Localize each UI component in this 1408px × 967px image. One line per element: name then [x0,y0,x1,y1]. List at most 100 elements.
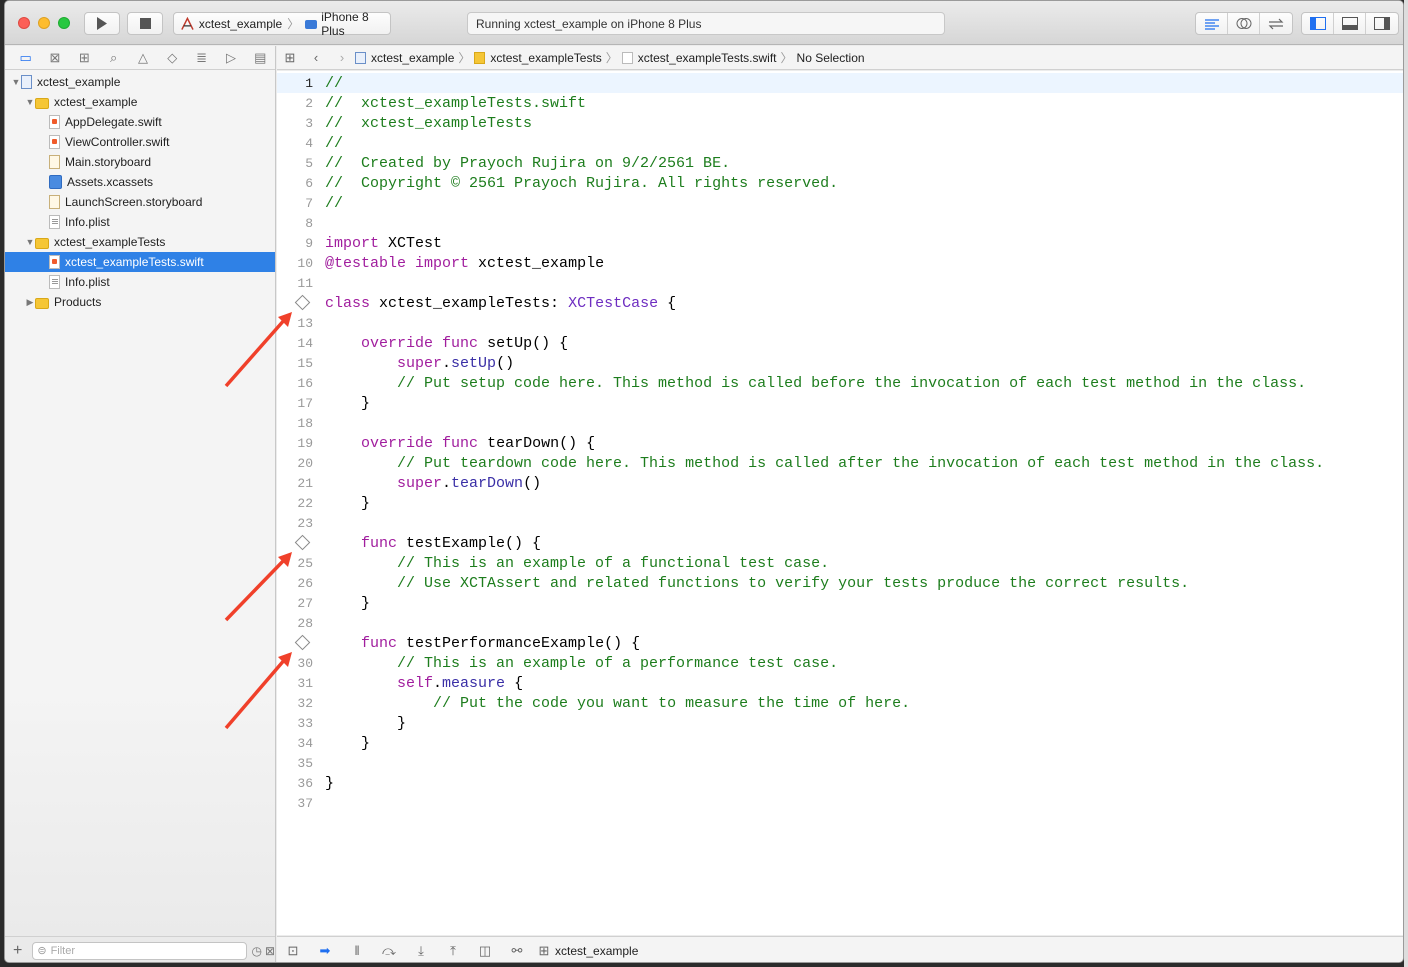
code-line: 14 override func setUp() { [277,333,1403,353]
file-tree: ▼ xctest_example ▼ xctest_example AppDelegat… [5,70,275,312]
toggle-navigator-button[interactable] [1302,13,1334,34]
code-line: 13 [277,313,1403,333]
navigator-filter-bar: + ⊜ Filter ◷ ⊠ [5,936,275,962]
code-text: func testExample() { [361,534,542,552]
toggle-debug-area-button[interactable] [1334,13,1366,34]
breakpoint-icon[interactable]: ▷ [216,50,245,66]
line-number: 36 [297,775,313,791]
code-line: 16 // Put setup code here. This method i… [277,373,1403,393]
recent-files-icon[interactable]: ◷ [251,944,261,958]
file-tree-label: Info.plist [65,275,110,289]
assistant-editor-button[interactable] [1228,13,1260,34]
view-hierarchy-icon[interactable]: ◫ [469,943,501,959]
file-tree-label: Products [54,295,102,309]
hide-debug-area-icon[interactable]: ⊡ [277,943,309,959]
memory-graph-icon[interactable]: ⚯ [501,943,533,959]
code-line: 34 } [277,733,1403,753]
code-line: 4 // [277,133,1403,153]
close-window-button[interactable] [18,17,30,29]
code-text: // [325,194,344,212]
file-tree-item[interactable]: xctest_exampleTests.swift [5,252,275,272]
source-control-filter-icon[interactable]: ⊠ [265,944,275,958]
breadcrumb-group[interactable]: xctest_exampleTests [490,51,601,65]
standard-editor-button[interactable] [1196,13,1228,34]
report-icon[interactable]: ▤ [246,50,275,66]
code-text: } [325,714,407,732]
symbol-hierarchy-icon[interactable]: ⊞ [70,50,99,66]
breakpoints-toggle-icon[interactable]: ➡ [309,943,341,959]
annotation-arrow [224,652,292,730]
line-number: 3 [305,115,313,131]
iphone-device-icon [305,19,318,29]
code-text: } [325,734,371,752]
project-navigator: ▭ ⊠ ⊞ ⌕ △ ◇ ≣ ▷ ▤ ▼ xctest_example ▼ xctest… [5,46,276,962]
file-tree-item[interactable]: Main.storyboard [5,152,275,172]
related-items-icon[interactable]: ⊞ [277,50,303,66]
forward-icon[interactable]: › [329,50,355,65]
scheme-selector[interactable]: xctest_example 〉 iPhone 8 Plus [173,10,391,38]
line-number: 6 [305,175,313,191]
code-line: 31 self.measure { [277,673,1403,693]
file-tree-item[interactable]: Info.plist [5,212,275,232]
file-tree-item[interactable]: Assets.xcassets [5,172,275,192]
filter-icon: ⊜ [37,945,47,957]
target-icon: ⊞ [538,942,550,958]
breadcrumb-file[interactable]: xctest_exampleTests.swift [638,51,777,65]
stop-button[interactable] [127,12,163,35]
source-editor[interactable]: 1 // 2 // xctest_exampleTests.swift 3 // xcte… [277,71,1403,935]
file-tree-item[interactable]: Info.plist [5,272,275,292]
test-diamond-icon[interactable]: ◇ [158,50,187,66]
version-editor-button[interactable] [1260,13,1292,34]
code-text: } [325,594,371,612]
file-tree-label: Assets.xcassets [67,175,154,189]
folder-icon[interactable]: ▭ [11,50,40,66]
breadcrumb-symbol[interactable]: No Selection [797,51,865,65]
code-text: super.setUp() [397,354,515,372]
file-tree-item[interactable]: ▼ xctest_example [5,72,275,92]
run-button[interactable] [84,12,120,35]
search-icon[interactable]: ⌕ [99,50,128,66]
annotation-arrow [224,552,292,622]
file-tree-item[interactable]: LaunchScreen.storyboard [5,192,275,212]
code-text: super.tearDown() [397,474,542,492]
add-icon[interactable]: + [13,942,22,960]
file-tree-item[interactable]: ▼ xctest_exampleTests [5,232,275,252]
code-text: // Put teardown code here. This method i… [397,454,1325,472]
plist-icon [49,215,60,229]
disclosure-open-icon[interactable]: ▼ [25,97,35,107]
disclosure-open-icon[interactable]: ▼ [11,77,21,87]
line-number: 10 [297,255,313,271]
warning-icon[interactable]: △ [128,50,157,66]
storyboard-icon [49,155,60,169]
debug-icon[interactable]: ≣ [187,50,216,66]
back-icon[interactable]: ‹ [303,50,329,65]
code-text: override func setUp() { [361,334,569,352]
status-text: Running xctest_example on iPhone 8 Plus [476,16,702,31]
step-over-icon[interactable]: ⤼ [373,943,405,959]
step-into-icon[interactable]: ⤓ [405,943,437,959]
filter-input[interactable]: ⊜ Filter [32,941,248,960]
minimize-window-button[interactable] [38,17,50,29]
file-tree-label: xctest_exampleTests [54,235,166,249]
code-line: 25 // This is an example of a functional… [277,553,1403,573]
disclosure-closed-icon[interactable]: ▶ [25,297,35,308]
toggle-utilities-button[interactable] [1366,13,1398,34]
line-number: 21 [297,475,313,491]
zoom-window-button[interactable] [58,17,70,29]
line-number: 19 [297,435,313,451]
pause-icon[interactable]: ‖ [341,943,373,958]
code-text: func testPerformanceExample() { [361,634,641,652]
chevron-right-icon: 〉 [458,51,471,65]
step-out-icon[interactable]: ⤒ [437,943,469,959]
chevron-right-icon: 〉 [605,51,618,65]
code-line: 32 // Put the code you want to measure t… [277,693,1403,713]
xcode-window: xctest_example 〉 iPhone 8 Plus Running x… [4,0,1404,963]
source-control-icon[interactable]: ⊠ [40,50,69,66]
file-tree-item[interactable]: ViewController.swift [5,132,275,152]
disclosure-open-icon[interactable]: ▼ [25,237,35,247]
code-line: 9 import XCTest [277,233,1403,253]
file-tree-item[interactable]: AppDelegate.swift [5,112,275,132]
file-tree-item[interactable]: ▼ xctest_example [5,92,275,112]
code-line: 17 } [277,393,1403,413]
breadcrumb-project[interactable]: xctest_example [371,51,454,65]
